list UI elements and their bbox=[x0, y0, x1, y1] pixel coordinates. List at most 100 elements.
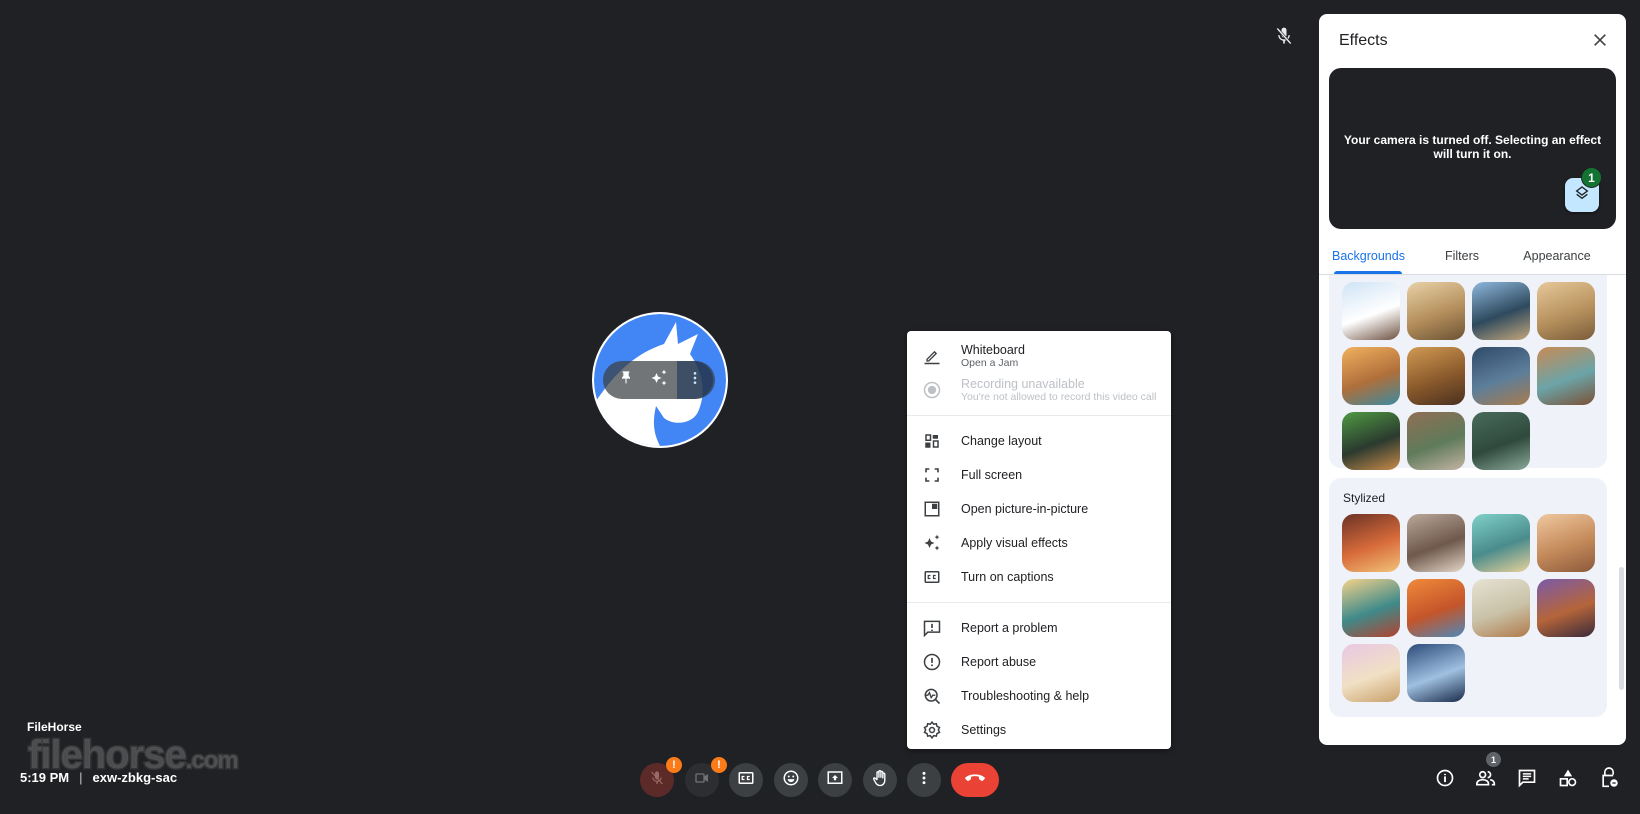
menu-item-label: Settings bbox=[961, 723, 1007, 737]
meeting-details-button[interactable] bbox=[1431, 766, 1459, 794]
background-thumb-dreamy-meadow[interactable] bbox=[1342, 644, 1400, 702]
background-thumb-paris-window[interactable] bbox=[1537, 514, 1595, 572]
background-thumb-minimal-shelf[interactable] bbox=[1472, 579, 1530, 637]
menu-item-label: Change layout bbox=[961, 434, 1042, 448]
tab-appearance[interactable]: Appearance bbox=[1522, 242, 1592, 274]
mic-off-icon bbox=[649, 770, 665, 791]
meeting-info: 5:19 PM | exw-zbkg-sac bbox=[20, 770, 177, 785]
menu-item-change-layout[interactable]: Change layout bbox=[907, 424, 1171, 458]
gear-icon bbox=[921, 719, 943, 741]
background-thumb-underwater-ship[interactable] bbox=[1472, 514, 1530, 572]
background-thumb-beach-arch[interactable] bbox=[1472, 282, 1530, 340]
background-thumb-pool-palms[interactable] bbox=[1342, 347, 1400, 405]
menu-item-captions[interactable]: Turn on captions bbox=[907, 560, 1171, 594]
people-icon bbox=[1475, 768, 1497, 793]
activities-icon bbox=[1558, 768, 1578, 793]
mic-toggle-button[interactable]: ! bbox=[640, 757, 682, 797]
effects-button[interactable] bbox=[644, 365, 674, 395]
group-title: Stylized bbox=[1343, 491, 1386, 505]
background-thumb-safari-porch[interactable] bbox=[1407, 347, 1465, 405]
background-thumb-orange-kitchen[interactable] bbox=[1407, 579, 1465, 637]
background-thumb-golden-lake[interactable] bbox=[1407, 282, 1465, 340]
pin-button[interactable] bbox=[611, 365, 641, 395]
menu-item-visual-effects[interactable]: Apply visual effects bbox=[907, 526, 1171, 560]
menu-item-label: Turn on captions bbox=[961, 570, 1054, 584]
menu-item-full-screen[interactable]: Full screen bbox=[907, 458, 1171, 492]
backgrounds-grid bbox=[1342, 282, 1595, 470]
people-button[interactable] bbox=[1472, 766, 1500, 794]
more-options-button[interactable] bbox=[907, 763, 941, 797]
camera-off-message: Your camera is turned off. Selecting an … bbox=[1343, 133, 1602, 161]
menu-item-label: Open picture-in-picture bbox=[961, 502, 1089, 516]
troubleshoot-icon bbox=[921, 685, 943, 707]
stylized-group: Stylized bbox=[1329, 478, 1607, 717]
camera-off-icon bbox=[694, 770, 710, 791]
present-icon bbox=[826, 769, 844, 792]
end-call-icon bbox=[964, 771, 986, 789]
activities-button[interactable] bbox=[1554, 766, 1582, 794]
report-icon bbox=[921, 651, 943, 673]
tab-filters[interactable]: Filters bbox=[1442, 242, 1482, 274]
background-thumb-colonial-street[interactable] bbox=[1537, 347, 1595, 405]
info-divider: | bbox=[79, 770, 83, 785]
tab-backgrounds[interactable]: Backgrounds bbox=[1332, 242, 1405, 274]
background-thumb-night-plaza[interactable] bbox=[1342, 412, 1400, 470]
stylized-grid bbox=[1342, 514, 1595, 702]
menu-item-settings[interactable]: Settings bbox=[907, 713, 1171, 747]
hand-icon bbox=[871, 769, 889, 792]
menu-item-report-problem[interactable]: Report a problem bbox=[907, 611, 1171, 645]
clock: 5:19 PM bbox=[20, 770, 70, 785]
menu-item-whiteboard[interactable]: Whiteboard Open a Jam bbox=[907, 339, 1171, 373]
sparkle-icon bbox=[921, 532, 943, 554]
background-thumb-retro-diner[interactable] bbox=[1342, 579, 1400, 637]
menu-item-troubleshooting[interactable]: Troubleshooting & help bbox=[907, 679, 1171, 713]
chat-button[interactable] bbox=[1513, 766, 1541, 794]
menu-item-recording: Recording unavailable You're not allowed… bbox=[907, 373, 1171, 407]
lock-person-icon bbox=[1599, 766, 1619, 794]
record-icon bbox=[921, 379, 943, 401]
background-thumb-cozy-fireplace[interactable] bbox=[1342, 514, 1400, 572]
camera-warning-badge: ! bbox=[711, 757, 727, 773]
background-thumb-modern-balcony[interactable] bbox=[1342, 282, 1400, 340]
camera-preview: Your camera is turned off. Selecting an … bbox=[1329, 68, 1616, 229]
background-thumb-storm-cabin[interactable] bbox=[1472, 347, 1530, 405]
emoji-icon bbox=[782, 769, 800, 792]
menu-item-label: Troubleshooting & help bbox=[961, 689, 1090, 703]
effects-tabs: Backgrounds Filters Appearance bbox=[1319, 242, 1626, 275]
mic-off-icon bbox=[1274, 26, 1294, 46]
background-thumb-greenhouse-warm[interactable] bbox=[1407, 412, 1465, 470]
camera-toggle-button[interactable]: ! bbox=[685, 757, 727, 797]
background-thumb-living-room[interactable] bbox=[1407, 514, 1465, 572]
panel-title: Effects bbox=[1339, 32, 1388, 49]
menu-divider bbox=[907, 602, 1171, 603]
layout-icon bbox=[921, 430, 943, 452]
mic-warning-badge: ! bbox=[666, 757, 682, 773]
menu-item-pip[interactable]: Open picture-in-picture bbox=[907, 492, 1171, 526]
raise-hand-button[interactable] bbox=[863, 763, 897, 797]
effects-panel: Effects Your camera is turned off. Selec… bbox=[1319, 14, 1626, 745]
menu-item-report-abuse[interactable]: Report abuse bbox=[907, 645, 1171, 679]
reactions-button[interactable] bbox=[774, 763, 808, 797]
info-icon bbox=[1435, 768, 1455, 793]
present-button[interactable] bbox=[818, 763, 852, 797]
menu-item-label: Report abuse bbox=[961, 655, 1037, 669]
captions-icon bbox=[921, 566, 943, 588]
captions-button[interactable] bbox=[729, 763, 763, 797]
background-thumb-desert-sunset[interactable] bbox=[1537, 282, 1595, 340]
effects-scroll-area[interactable]: Stylized bbox=[1319, 275, 1626, 745]
scrollbar[interactable] bbox=[1619, 567, 1624, 690]
pip-icon bbox=[921, 498, 943, 520]
background-thumb-car-interior[interactable] bbox=[1407, 644, 1465, 702]
more-vert-icon bbox=[916, 770, 932, 791]
tile-more-button[interactable] bbox=[677, 361, 714, 399]
background-thumb-festival-lights[interactable] bbox=[1537, 579, 1595, 637]
leave-call-button[interactable] bbox=[951, 763, 999, 797]
menu-item-sublabel: You're not allowed to record this video … bbox=[961, 390, 1157, 403]
backgrounds-group bbox=[1329, 275, 1607, 470]
host-controls-button[interactable] bbox=[1595, 766, 1623, 794]
menu-item-label: Recording unavailable bbox=[961, 376, 1085, 391]
background-thumb-greenhouse-cool[interactable] bbox=[1472, 412, 1530, 470]
pencil-icon bbox=[921, 345, 943, 367]
tile-controls bbox=[603, 361, 715, 399]
close-button[interactable] bbox=[1586, 28, 1614, 56]
